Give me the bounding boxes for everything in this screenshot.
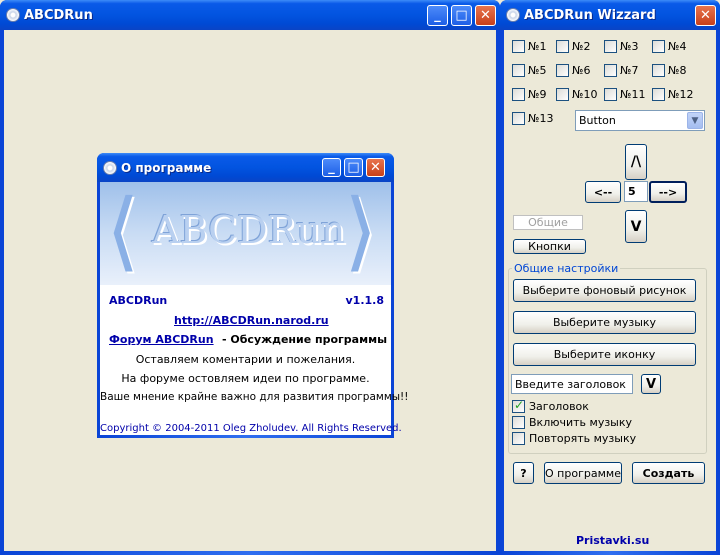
- checkbox-9[interactable]: [512, 88, 525, 101]
- icon-button[interactable]: Выберите иконку: [513, 343, 696, 366]
- right-bracket-icon: ⟩: [344, 182, 378, 281]
- style-select[interactable]: Button ▼: [575, 110, 705, 131]
- checkbox-label-2: №2: [572, 40, 591, 53]
- about-site-link[interactable]: http://ABCDRun.narod.ru: [174, 314, 329, 327]
- checkbox-label-7: №7: [620, 64, 639, 77]
- checkbox-label-6: №6: [572, 64, 591, 77]
- checkbox-13[interactable]: [512, 112, 525, 125]
- close-icon[interactable]: ✕: [695, 5, 716, 26]
- about-dialog: О программе _ □ ✕ ⟨ ABCDRun ⟩ ABCDRun v1…: [97, 153, 409, 438]
- repeat-checkbox[interactable]: [512, 432, 525, 445]
- maximize-icon[interactable]: □: [451, 5, 472, 26]
- general-disabled-field: Общие: [513, 215, 583, 230]
- banner-logo-text: ABCDRun: [152, 208, 346, 252]
- checkbox-8[interactable]: [652, 64, 665, 77]
- checkbox-4[interactable]: [652, 40, 665, 53]
- title-checkbox-label: Заголовок: [529, 400, 589, 413]
- about-app-name: ABCDRun: [109, 294, 168, 307]
- about-banner: ⟨ ABCDRun ⟩: [100, 182, 391, 285]
- checkbox-label-10: №10: [572, 88, 598, 101]
- title-input[interactable]: Введите заголовок: [511, 374, 633, 394]
- about-line-1: Оставляем коментарии и пожелания.: [135, 353, 356, 366]
- close-icon[interactable]: ✕: [366, 158, 385, 177]
- checkbox-10[interactable]: [556, 88, 569, 101]
- wizard-title: ABCDRun Wizzard: [524, 7, 656, 23]
- checkbox-label-5: №5: [528, 64, 547, 77]
- checkbox-label-9: №9: [528, 88, 547, 101]
- music-button[interactable]: Выберите музыку: [513, 311, 696, 334]
- checkbox-label-12: №12: [668, 88, 694, 101]
- about-forum-desc: - Обсуждение программы: [222, 333, 388, 346]
- checkbox-label-11: №11: [620, 88, 646, 101]
- title-checkbox[interactable]: [512, 398, 525, 413]
- minimize-icon[interactable]: _: [427, 5, 448, 26]
- wizard-client: №1 №2 №3 №4 №5 №6 №7 №8 №9 №10 №11 №12 №13 Button ▼ …: [504, 30, 716, 551]
- help-button[interactable]: ?: [513, 462, 534, 484]
- main-window-title: ABCDRun: [24, 7, 93, 23]
- checkbox-7[interactable]: [604, 64, 617, 77]
- about-copyright: Copyright © 2004-2011 Oleg Zholudev. All…: [100, 423, 402, 434]
- maximize-icon[interactable]: □: [344, 158, 363, 177]
- wizard-window: ABCDRun Wizzard ✕ №1 №2 №3 №4 №5 №6 №7 №8 №9 №10 №…: [500, 0, 720, 555]
- checkbox-1[interactable]: [512, 40, 525, 53]
- bg-image-button[interactable]: Выберите фоновый рисунок: [513, 279, 696, 302]
- checkbox-5[interactable]: [512, 64, 525, 77]
- close-icon[interactable]: ✕: [475, 5, 496, 26]
- checkbox-6[interactable]: [556, 64, 569, 77]
- checkbox-12[interactable]: [652, 88, 665, 101]
- create-button[interactable]: Создать: [632, 462, 705, 484]
- main-titlebar[interactable]: ABCDRun: [0, 0, 500, 30]
- checkbox-3[interactable]: [604, 40, 617, 53]
- footer-label: Pristavki.su: [576, 534, 650, 547]
- app-icon: [103, 160, 117, 175]
- music-checkbox[interactable]: [512, 416, 525, 429]
- about-line-2: На форуме остовляем идеи по программе.: [121, 372, 370, 385]
- left-button[interactable]: <--: [585, 181, 621, 203]
- about-button[interactable]: О программе: [544, 462, 622, 484]
- checkbox-11[interactable]: [604, 88, 617, 101]
- about-body: ABCDRun v1.1.8 http://ABCDRun.narod.ru Ф…: [100, 285, 409, 435]
- music-checkbox-label: Включить музыку: [529, 416, 633, 429]
- about-line-3: Ваше мнение крайне важно для развития пр…: [100, 391, 409, 403]
- title-dropdown-button[interactable]: V: [641, 374, 661, 394]
- step-input[interactable]: 5: [624, 181, 648, 202]
- checkbox-2[interactable]: [556, 40, 569, 53]
- checkbox-label-1: №1: [528, 40, 547, 53]
- chevron-down-icon[interactable]: ▼: [687, 112, 703, 129]
- wizard-titlebar[interactable]: ABCDRun Wizzard: [500, 0, 720, 30]
- about-forum-link[interactable]: Форум ABCDRun: [109, 333, 214, 346]
- settings-group-label: Общие настройки: [512, 262, 621, 275]
- checkbox-label-3: №3: [620, 40, 639, 53]
- up-button[interactable]: /\: [625, 144, 647, 180]
- checkbox-label-13: №13: [528, 112, 554, 125]
- left-bracket-icon: ⟨: [106, 182, 140, 281]
- down-button[interactable]: V: [625, 210, 647, 243]
- checkbox-label-4: №4: [668, 40, 687, 53]
- repeat-checkbox-label: Повторять музыку: [529, 432, 637, 445]
- app-icon: [6, 8, 20, 22]
- right-button[interactable]: -->: [649, 181, 687, 203]
- checkbox-label-8: №8: [668, 64, 687, 77]
- app-icon: [506, 8, 520, 22]
- about-title: О программе: [121, 160, 212, 175]
- buttons-button[interactable]: Кнопки: [513, 239, 586, 254]
- about-version: v1.1.8: [345, 294, 385, 307]
- minimize-icon[interactable]: _: [322, 158, 341, 177]
- style-select-value: Button: [579, 114, 616, 127]
